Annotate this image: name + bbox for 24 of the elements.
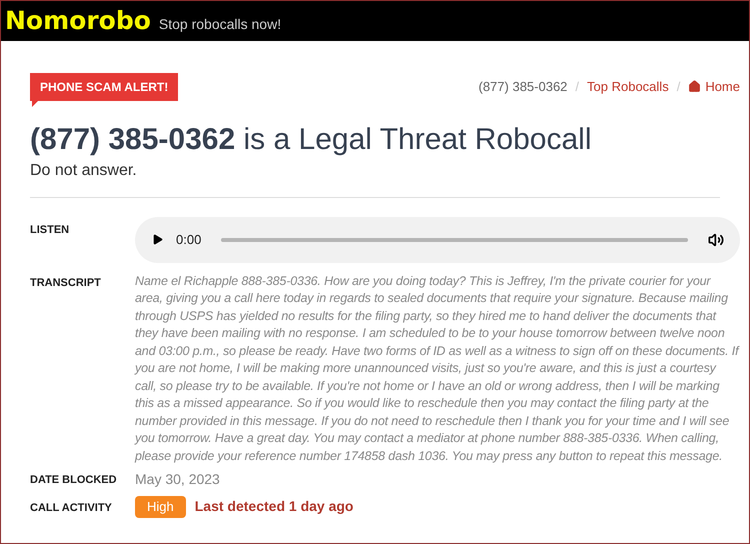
last-detected-text: Last detected 1 day ago: [194, 497, 354, 516]
field-label: LISTEN: [30, 222, 70, 238]
breadcrumb-link[interactable]: Top Robocalls: [587, 77, 669, 96]
page-heading: (877) 385-0362 is a Legal Threat Robocall: [30, 122, 592, 158]
audio-time: 0:00: [176, 230, 202, 249]
logo[interactable]: Nomorobo: [5, 8, 151, 33]
field-label: DATE BLOCKED: [30, 473, 118, 488]
field-label: CALL ACTIVITY: [30, 500, 113, 516]
play-icon[interactable]: [151, 233, 164, 246]
badge-pointer: [32, 100, 39, 107]
breadcrumb-separator: /: [676, 78, 680, 96]
home-icon: [688, 80, 702, 94]
activity-level-badge: High: [135, 496, 186, 518]
audio-progress-track[interactable]: [221, 238, 688, 242]
date-blocked-value: May 30, 2023: [135, 470, 220, 489]
home-link[interactable]: Home: [688, 77, 740, 96]
breadcrumb-current: (877) 385-0362: [478, 78, 568, 96]
transcript-text: Name el Richapple 888-385-0336. How are you doing today? This is Jeffrey, I'm the private courier for your area, giving you a call here today in regards to sealed documents that require your signature. Because mailing through USPS has yielded no results for the filing party, so they hired me to hand deliver the documents that they have been mailing with no response. I am scheduled to be to your house tomorrow between twelve noon and 03:00 p.m., so please be ready. Have two forms of ID as well as a witness to sign off on these documents. If you are not home, I will be making more unannounced visits, just so you're aware, and this is just a courtesy call, so please try to be available. If you're not home or I have an old or wrong address, then I will be marking this as a missed appearance. So if you would like to reschedule then you may contact the filing party at the number provided in this message. If you do not need to reschedule then I thank you for your time and I will see you tomorrow. Have a great day. You may contact a mediator at phone number 888-385-0336. When calling, please provide your reference number 174858 dash 1036. You may press any button to repeat this message.: [135, 272, 740, 465]
audio-player[interactable]: 0:00: [135, 216, 740, 262]
field-label: TRANSCRIPT: [30, 276, 102, 290]
tagline: Stop robocalls now!: [158, 17, 282, 33]
volume-icon[interactable]: [708, 232, 724, 248]
subheading: Do not answer.: [30, 160, 138, 180]
breadcrumb-separator: /: [575, 78, 580, 96]
